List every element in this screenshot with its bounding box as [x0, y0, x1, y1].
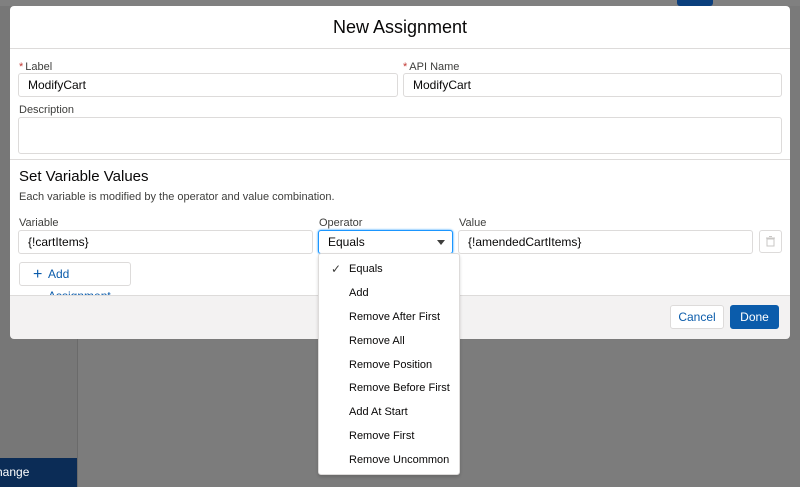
option-label: Remove Position — [349, 359, 433, 371]
background-change-button: hange — [0, 458, 77, 487]
operator-option-remove-first[interactable]: Remove First — [319, 424, 459, 448]
cancel-button[interactable]: Cancel — [670, 305, 724, 329]
api-name-field-text: API Name — [409, 61, 460, 73]
chevron-down-icon — [437, 240, 445, 245]
required-mark: * — [19, 61, 24, 73]
section-title: Set Variable Values — [19, 168, 149, 185]
option-label: Remove Before First — [349, 382, 450, 394]
label-field-label: * Label — [19, 61, 52, 73]
operator-option-remove-position[interactable]: Remove Position — [319, 353, 459, 377]
option-label: Remove Uncommon — [349, 454, 450, 466]
description-field-label: Description — [19, 104, 75, 116]
delete-assignment-button[interactable] — [759, 230, 782, 253]
description-textarea[interactable] — [18, 117, 782, 154]
option-label: Remove All — [349, 335, 405, 347]
option-label: Add At Start — [349, 406, 408, 418]
check-icon: ✓ — [331, 262, 342, 276]
add-assignment-button[interactable]: + Add Assignment — [19, 262, 131, 303]
value-input[interactable]: {!amendedCartItems} — [458, 230, 753, 254]
operator-option-remove-all[interactable]: Remove All — [319, 329, 459, 353]
operator-dropdown-list: ✓ Equals Add Remove After First Remove A… — [318, 253, 460, 475]
operator-label: Operator — [319, 217, 363, 229]
trash-icon — [766, 236, 775, 247]
label-field-text: Label — [25, 61, 53, 73]
label-input[interactable]: ModifyCart — [18, 73, 398, 97]
option-label: Equals — [349, 263, 383, 275]
section-divider — [10, 159, 790, 160]
plus-icon: + — [33, 266, 43, 283]
value-label: Value — [459, 217, 487, 229]
api-name-field-label: * API Name — [403, 61, 459, 73]
operator-selected-value: Equals — [328, 235, 365, 249]
option-label: Remove First — [349, 430, 415, 442]
operator-option-remove-uncommon[interactable]: Remove Uncommon — [319, 448, 459, 472]
variable-label: Variable — [19, 217, 59, 229]
operator-option-remove-before-first[interactable]: Remove Before First — [319, 376, 459, 400]
operator-option-remove-after-first[interactable]: Remove After First — [319, 305, 459, 329]
operator-option-add[interactable]: Add — [319, 281, 459, 305]
option-label: Add — [349, 287, 369, 299]
variable-input[interactable]: {!cartItems} — [18, 230, 313, 254]
done-button[interactable]: Done — [730, 305, 779, 329]
modal-title: New Assignment — [10, 6, 790, 49]
required-mark: * — [403, 61, 408, 73]
operator-option-equals[interactable]: ✓ Equals — [319, 257, 459, 281]
operator-option-add-at-start[interactable]: Add At Start — [319, 400, 459, 424]
api-name-input[interactable]: ModifyCart — [403, 73, 782, 97]
operator-select[interactable]: Equals — [318, 230, 453, 254]
option-label: Remove After First — [349, 311, 441, 323]
section-description: Each variable is modified by the operato… — [19, 191, 335, 203]
background-change-label: hange — [0, 465, 30, 479]
